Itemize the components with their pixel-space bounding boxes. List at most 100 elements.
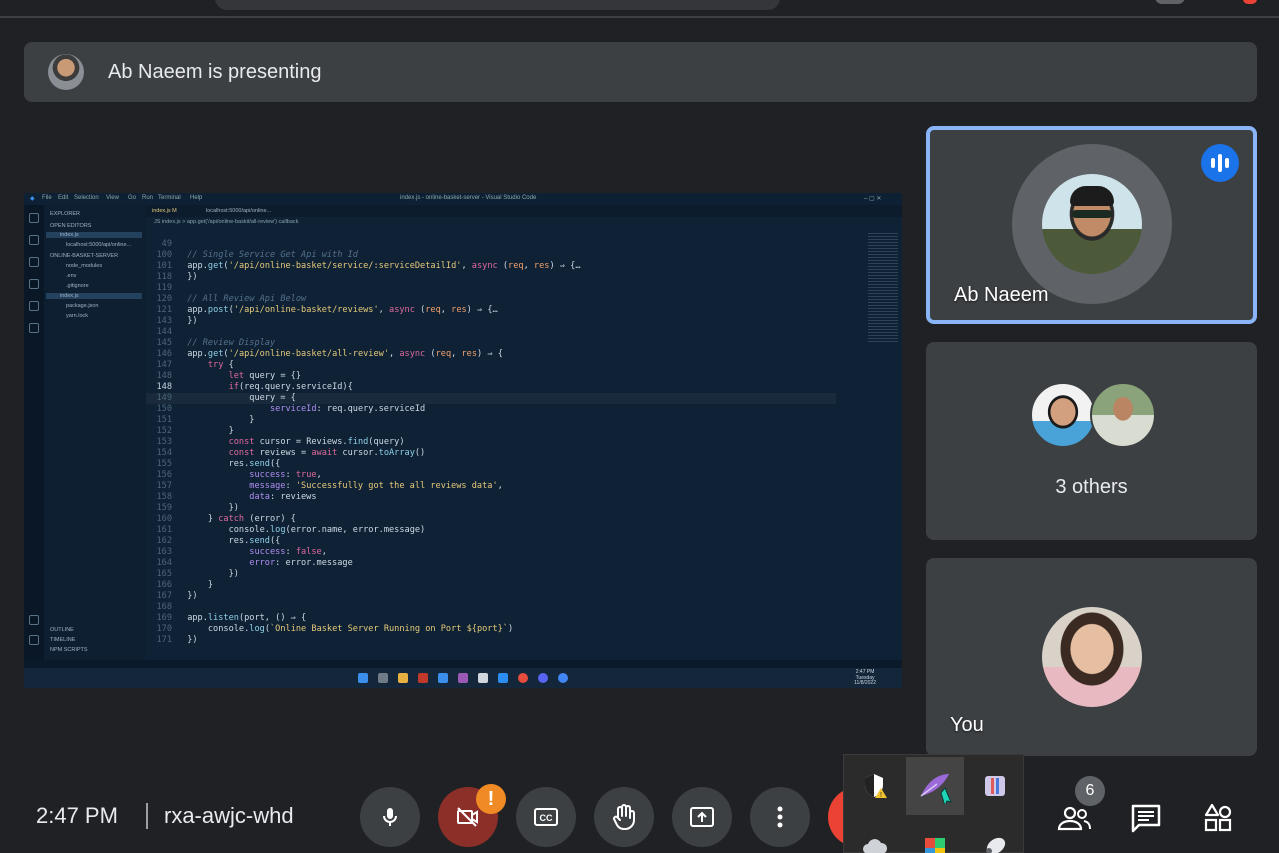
self-tile[interactable]: You bbox=[926, 558, 1257, 756]
camera-off-icon bbox=[457, 807, 478, 827]
explorer-icon bbox=[29, 213, 39, 223]
extensions-icon bbox=[29, 301, 39, 311]
code-view: 49 100 // Single Service Get Api with Id… bbox=[156, 239, 581, 645]
raise-hand-button[interactable] bbox=[594, 787, 654, 847]
file-gitignore: .gitignore bbox=[66, 283, 89, 289]
tray-feather[interactable] bbox=[906, 757, 964, 815]
address-bar[interactable] bbox=[215, 0, 780, 10]
presenter-photo bbox=[1042, 174, 1142, 274]
present-button[interactable] bbox=[672, 787, 732, 847]
editor-tab-localhost: localhost:5000/api/online... bbox=[206, 208, 272, 214]
svg-text:!: ! bbox=[880, 792, 882, 799]
taskview-icon bbox=[378, 673, 388, 683]
project-header: ONLINE-BASKET-SERVER bbox=[50, 253, 119, 259]
manage-gear-icon bbox=[29, 635, 39, 645]
meeting-time: 2:47 PM bbox=[36, 803, 118, 828]
self-name: You bbox=[950, 714, 984, 736]
chrome-profile-icon bbox=[558, 673, 568, 683]
file-env: .env bbox=[66, 273, 77, 279]
account-icon bbox=[29, 615, 39, 625]
open-editors-header: OPEN EDITORS bbox=[50, 223, 92, 229]
terminal-icon bbox=[418, 673, 428, 683]
satellite-icon bbox=[986, 837, 1006, 853]
remote-icon bbox=[29, 323, 39, 333]
vscode-taskbar-icon bbox=[498, 673, 508, 683]
timeline-header: TIMELINE bbox=[50, 637, 76, 643]
vscode-menu-selection: Selection bbox=[74, 195, 99, 201]
chrome-icon bbox=[518, 673, 528, 683]
camera-warning-badge: ! bbox=[476, 784, 506, 814]
separator bbox=[146, 803, 148, 829]
vscode-window-title: index.js - online-basket-server - Visual… bbox=[400, 195, 537, 201]
system-tray-popup: ! bbox=[843, 754, 1024, 853]
snipping-icon bbox=[478, 673, 488, 683]
mic-button[interactable] bbox=[360, 787, 420, 847]
run-debug-icon bbox=[29, 279, 39, 289]
chat-button[interactable] bbox=[1126, 798, 1166, 838]
presenter-avatar bbox=[48, 54, 84, 90]
vscode-logo-icon: ◆ bbox=[30, 196, 35, 202]
vscode-menu-run: Run bbox=[142, 195, 154, 201]
editor-minimap bbox=[868, 233, 898, 343]
vscode-editor: index.js M localhost:5000/api/online... … bbox=[146, 205, 902, 660]
vscode-menu-go: Go bbox=[128, 195, 137, 201]
taskbar-clock: 2:47 PM Tuesday 11/8/2022 bbox=[854, 669, 876, 687]
tray-satellite[interactable] bbox=[966, 817, 1024, 853]
other-participant-photo-1 bbox=[1030, 382, 1096, 448]
vscode-menu-help: Help bbox=[190, 195, 203, 201]
hair bbox=[1070, 186, 1114, 206]
npm-scripts-header: NPM SCRIPTS bbox=[50, 647, 88, 653]
app-tray-icon bbox=[985, 776, 1005, 796]
file-explorer-icon bbox=[398, 673, 408, 683]
vscode-menu-file: File bbox=[42, 195, 52, 201]
activities-button[interactable] bbox=[1198, 798, 1238, 838]
profile-chip[interactable] bbox=[1155, 0, 1185, 4]
shield-warning-icon: ! bbox=[865, 774, 887, 799]
windows-taskbar: 2:47 PM Tuesday 11/8/2022 bbox=[24, 668, 902, 688]
self-photo bbox=[1042, 607, 1142, 707]
present-icon bbox=[690, 807, 714, 827]
explorer-title: EXPLORER bbox=[50, 211, 80, 217]
todo-icon bbox=[438, 673, 448, 683]
tray-app[interactable] bbox=[966, 757, 1024, 815]
vscode-activity-bar bbox=[24, 205, 44, 660]
tray-onedrive[interactable] bbox=[846, 817, 904, 853]
open-item-index: index.js bbox=[46, 232, 142, 238]
mic-icon bbox=[383, 808, 397, 826]
camera-button[interactable]: ! bbox=[438, 784, 506, 847]
browser-top-strip bbox=[0, 0, 1279, 18]
people-button[interactable] bbox=[1054, 798, 1094, 838]
control-bar: 2:47 PM rxa-awjc-whd ! CC 6 bbox=[0, 770, 1279, 853]
outline-header: OUTLINE bbox=[50, 627, 74, 633]
svg-text:CC: CC bbox=[540, 813, 553, 823]
shared-screen[interactable]: ◆ File Edit Selection View Go Run Termin… bbox=[24, 193, 902, 688]
captions-button[interactable]: CC bbox=[516, 787, 576, 847]
editor-tabs: index.js M localhost:5000/api/online... bbox=[146, 205, 902, 217]
vscode-explorer: EXPLORER OPEN EDITORS index.js localhost… bbox=[44, 205, 146, 660]
presenter-tile[interactable]: Ab Naeem bbox=[926, 126, 1257, 324]
feather-pen-icon bbox=[920, 774, 952, 804]
others-tile[interactable]: 3 others bbox=[926, 342, 1257, 540]
vscode-window-controls: – ▢ ✕ bbox=[864, 196, 882, 202]
cloud-icon bbox=[863, 839, 888, 853]
people-icon bbox=[1057, 806, 1091, 831]
more-options-button[interactable] bbox=[750, 787, 810, 847]
chat-icon bbox=[1131, 804, 1161, 833]
color-app-icon bbox=[925, 838, 945, 853]
file-node-modules: node_modules bbox=[66, 263, 103, 269]
tray-defender[interactable]: ! bbox=[846, 757, 904, 815]
vscode-menu-terminal: Terminal bbox=[158, 195, 181, 201]
meeting-code: rxa-awjc-whd bbox=[164, 803, 294, 828]
tray-color-app[interactable] bbox=[906, 817, 964, 853]
feather-icon bbox=[458, 673, 468, 683]
captions-icon: CC bbox=[534, 808, 558, 826]
vscode-menu-view: View bbox=[106, 195, 119, 201]
notification-dot bbox=[1243, 0, 1257, 4]
vscode-status-bar bbox=[24, 660, 902, 668]
vscode-menu-edit: Edit bbox=[58, 195, 69, 201]
file-package-json: package.json bbox=[66, 303, 99, 309]
file-index: index.js bbox=[46, 293, 142, 299]
presenter-name: Ab Naeem bbox=[954, 284, 1049, 306]
more-vert-icon bbox=[777, 806, 783, 828]
taskbar-date: 11/8/2022 bbox=[854, 680, 876, 686]
